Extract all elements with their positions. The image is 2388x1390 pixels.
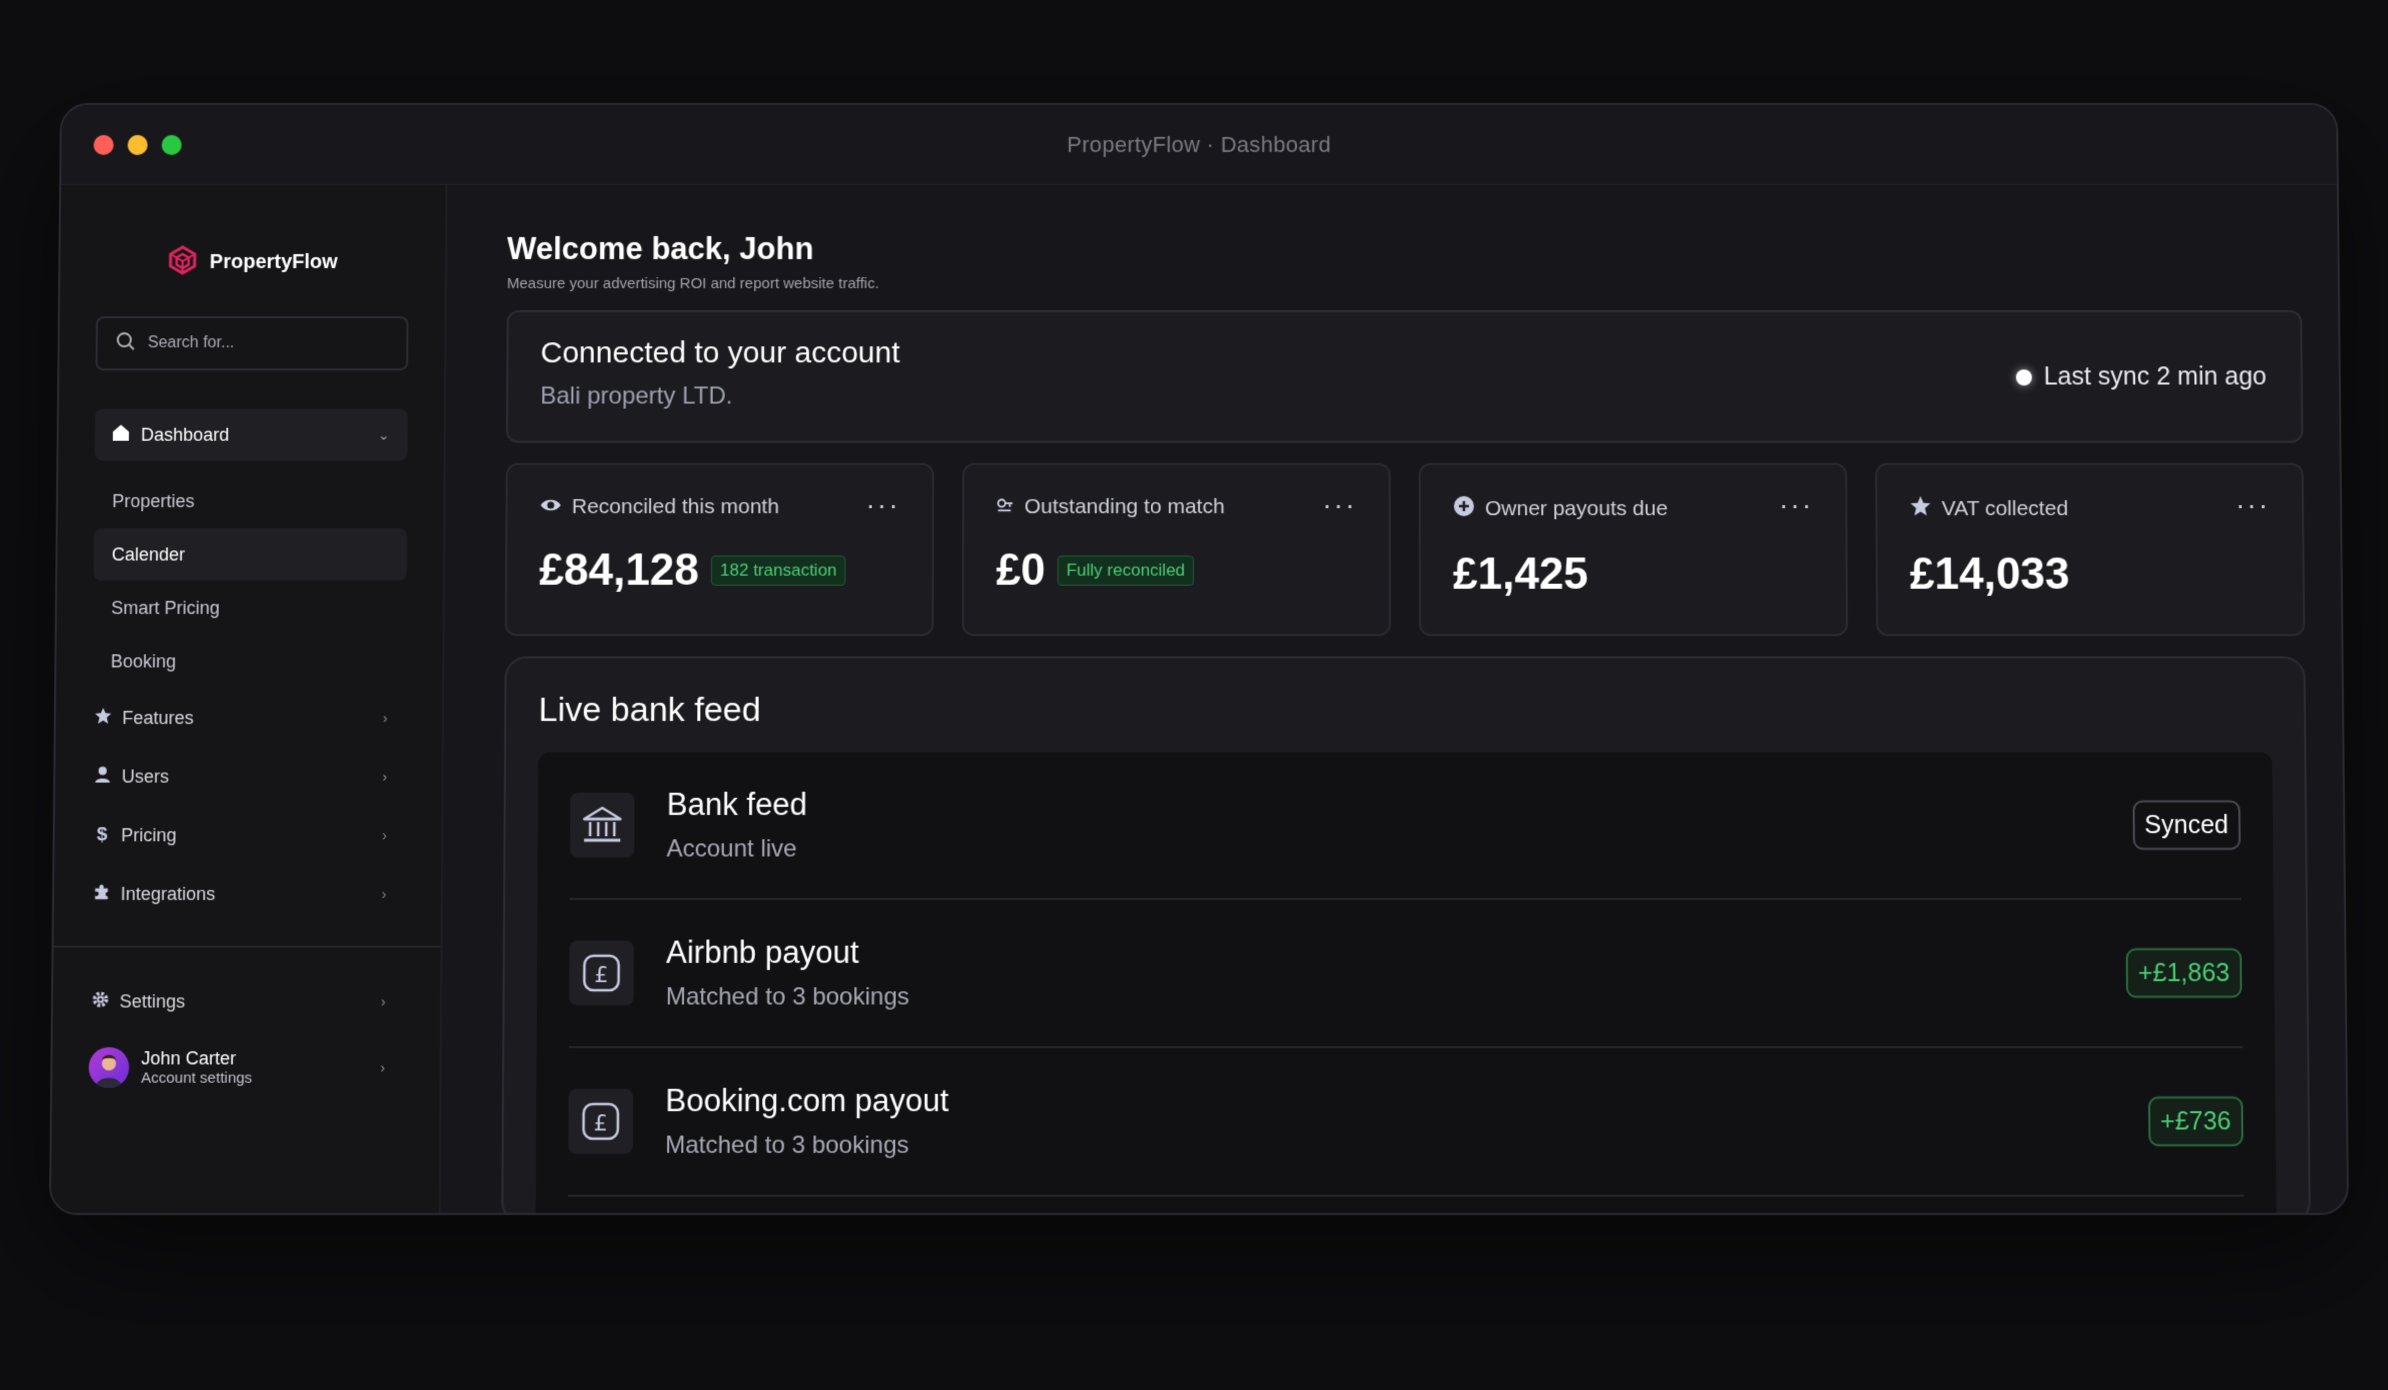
- user-account[interactable]: John Carter Account settings ›: [88, 1047, 404, 1088]
- sidebar-item-label: Dashboard: [140, 424, 230, 445]
- feed-row-name: Airbnb payout: [665, 934, 859, 970]
- stat-label: VAT collected: [1941, 497, 2069, 521]
- pound-icon: £: [569, 940, 634, 1006]
- stat-label: Outstanding to match: [1024, 495, 1225, 519]
- more-options-icon[interactable]: ···: [2235, 489, 2269, 521]
- stat-card-outstanding: Outstanding to match ··· £0 Fully reconc…: [961, 462, 1391, 637]
- stat-label: Reconciled this month: [571, 495, 780, 519]
- chevron-right-icon: ›: [381, 885, 387, 903]
- sidebar-item-properties[interactable]: Properties: [94, 475, 408, 527]
- svg-text:£: £: [594, 963, 608, 988]
- amount-badge: +£1,863: [2125, 948, 2243, 998]
- feed-row-name: Bank feed: [666, 786, 808, 823]
- sidebar-item-booking[interactable]: Booking: [92, 635, 406, 687]
- plus-circle-icon: [1453, 495, 1475, 523]
- puzzle-icon: [92, 882, 110, 905]
- eye-icon: [540, 495, 562, 519]
- feed-row-booking[interactable]: £ Booking.com payout Matched to 3 bookin…: [568, 1048, 2244, 1197]
- feed-row-name: Booking.com payout: [665, 1082, 949, 1119]
- stat-value: £1,425: [1452, 549, 1589, 599]
- brand-name: PropertyFlow: [209, 251, 338, 274]
- chevron-down-icon: ⌄: [377, 426, 390, 443]
- gear-icon: [91, 990, 109, 1013]
- dashboard-submenu: Properties Calender Smart Pricing Bookin…: [92, 475, 408, 688]
- pound-icon: £: [568, 1088, 634, 1154]
- feed-row-bank[interactable]: Bank feed Account live Synced: [569, 752, 2242, 901]
- feed-row-airbnb[interactable]: £ Airbnb payout Matched to 3 bookings +£…: [568, 900, 2243, 1049]
- search-icon: [116, 331, 136, 356]
- feed-row-desc: Matched to 3 bookings: [665, 983, 910, 1011]
- stat-value: £14,033: [1909, 549, 2070, 599]
- stat-card-reconciled: Reconciled this month ··· £84,128 182 tr…: [504, 462, 935, 637]
- bank-icon: [569, 792, 635, 858]
- sidebar: PropertyFlow Search for... Dashboard ⌄ P…: [50, 185, 448, 1216]
- search-placeholder: Search for...: [147, 334, 235, 352]
- more-options-icon[interactable]: ···: [1322, 489, 1356, 521]
- sidebar-item-dashboard[interactable]: Dashboard ⌄: [94, 408, 408, 461]
- feed-title: Live bank feed: [538, 690, 761, 730]
- stat-value: £0: [996, 545, 1046, 595]
- sync-status: Last sync 2 min ago: [2015, 362, 2267, 391]
- user-name: John Carter: [141, 1048, 237, 1069]
- avatar: [88, 1047, 130, 1088]
- star-icon: [94, 706, 112, 729]
- chevron-right-icon: ›: [382, 768, 388, 785]
- more-options-icon[interactable]: ···: [1779, 489, 1813, 521]
- chevron-right-icon: ›: [380, 1059, 386, 1076]
- brand[interactable]: PropertyFlow: [96, 245, 409, 280]
- app-window: PropertyFlow · Dashboard PropertyFlow Se…: [48, 103, 2350, 1216]
- star-icon: [1909, 495, 1931, 523]
- page-subtitle: Measure your advertising ROI and report …: [506, 275, 880, 293]
- feed-list: Bank feed Account live Synced £ Airbnb p…: [535, 752, 2277, 1216]
- search-input[interactable]: Search for...: [95, 316, 409, 371]
- sidebar-item-label: Pricing: [121, 824, 177, 845]
- page-title: Welcome back, John: [507, 231, 814, 267]
- user-icon: [93, 765, 111, 788]
- main-content: Welcome back, John Measure your advertis…: [441, 185, 2347, 1216]
- svg-text:£: £: [594, 1111, 608, 1136]
- connection-account: Bali property LTD.: [540, 382, 733, 410]
- sidebar-item-smart-pricing[interactable]: Smart Pricing: [93, 582, 407, 634]
- feed-row-desc: Matched to 3 bookings: [665, 1131, 909, 1160]
- status-badge: Fully reconciled: [1057, 555, 1195, 586]
- account-settings-link: Account settings: [140, 1069, 253, 1087]
- stat-card-payouts: Owner payouts due ··· £1,425: [1418, 462, 1849, 637]
- sidebar-item-features[interactable]: Features ›: [92, 689, 406, 748]
- chevron-right-icon: ›: [382, 709, 388, 726]
- stat-card-vat: VAT collected ··· £14,033: [1875, 462, 2306, 637]
- title-bar: PropertyFlow · Dashboard: [61, 104, 2337, 186]
- stat-value: £84,128: [539, 545, 700, 595]
- window-title: PropertyFlow · Dashboard: [1066, 131, 1332, 157]
- connection-title: Connected to your account: [540, 336, 900, 370]
- key-icon: [996, 495, 1014, 519]
- status-badge: 182 transaction: [711, 555, 846, 586]
- sync-text: Last sync 2 min ago: [2043, 362, 2267, 391]
- sidebar-item-calender[interactable]: Calender: [93, 528, 408, 581]
- status-badge: Synced: [2132, 800, 2241, 850]
- amount-badge: +£736: [2147, 1096, 2244, 1147]
- sync-dot-icon: [2015, 368, 2032, 386]
- dollar-icon: $: [96, 824, 108, 846]
- sidebar-item-integrations[interactable]: Integrations ›: [90, 865, 405, 924]
- sidebar-item-label: Users: [121, 765, 170, 787]
- sidebar-item-pricing[interactable]: $ Pricing ›: [91, 806, 405, 865]
- live-bank-feed-card: Live bank feed Bank feed Account live Sy…: [501, 656, 2311, 1216]
- sidebar-item-users[interactable]: Users ›: [91, 747, 405, 806]
- sidebar-item-label: Settings: [119, 990, 186, 1012]
- more-options-icon[interactable]: ···: [866, 489, 900, 521]
- sidebar-divider: [53, 945, 441, 948]
- feed-row-desc: Account live: [666, 835, 797, 863]
- connection-card: Connected to your account Bali property …: [505, 310, 2304, 443]
- propertyflow-logo-icon: [168, 245, 198, 280]
- stat-label: Owner payouts due: [1484, 497, 1668, 521]
- chevron-right-icon: ›: [380, 993, 386, 1010]
- chevron-right-icon: ›: [382, 827, 387, 844]
- sidebar-item-label: Integrations: [120, 883, 216, 904]
- sidebar-item-label: Features: [122, 707, 194, 728]
- sidebar-item-settings[interactable]: Settings ›: [89, 972, 404, 1031]
- stats-row: Reconciled this month ··· £84,128 182 tr…: [504, 462, 2306, 637]
- home-icon: [111, 422, 131, 447]
